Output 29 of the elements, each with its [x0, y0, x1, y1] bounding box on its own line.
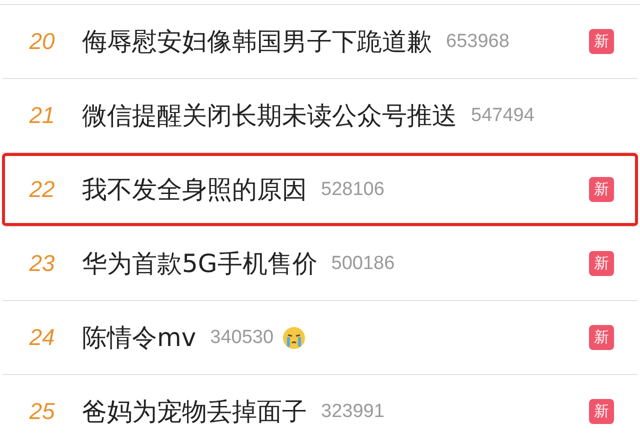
topic-title: 侮辱慰安妇像韩国男子下跪道歉: [82, 26, 432, 58]
new-badge: 新: [589, 29, 614, 54]
view-count: 340530: [210, 326, 274, 348]
new-badge: 新: [589, 325, 614, 350]
list-item[interactable]: 23 华为首款5G手机售价 500186 新: [2, 227, 638, 301]
new-badge: 新: [589, 399, 614, 424]
rank-number: 25: [28, 398, 56, 425]
rank-number: 20: [28, 28, 56, 55]
view-count: 653968: [446, 30, 510, 52]
new-badge: 新: [589, 251, 614, 276]
topic-title: 微信提醒关闭长期未读公众号推送: [82, 100, 457, 132]
list-item[interactable]: 21 微信提醒关闭长期未读公众号推送 547494: [2, 79, 638, 153]
topic-title: 我不发全身照的原因: [82, 174, 307, 206]
highlighted-list-item[interactable]: 22 我不发全身照的原因 528106 新: [2, 153, 638, 227]
list-item[interactable]: 20 侮辱慰安妇像韩国男子下跪道歉 653968 新: [2, 5, 638, 79]
list-item[interactable]: 24 陈情令mv 340530 新: [2, 301, 638, 375]
rank-number: 22: [28, 176, 56, 203]
view-count: 500186: [331, 252, 395, 274]
topic-title: 爸妈为宠物丢掉面子: [82, 396, 307, 428]
rank-number: 24: [28, 324, 56, 351]
topic-title: 陈情令mv: [82, 322, 196, 354]
view-count: 323991: [321, 400, 384, 422]
new-badge: 新: [589, 177, 614, 202]
topic-title: 华为首款5G手机售价: [82, 248, 318, 280]
view-count: 528106: [321, 178, 384, 200]
list-item[interactable]: 25 爸妈为宠物丢掉面子 323991 新: [2, 375, 638, 439]
view-count: 547494: [471, 104, 534, 126]
rank-number: 23: [28, 250, 56, 277]
rank-number: 21: [28, 102, 56, 129]
